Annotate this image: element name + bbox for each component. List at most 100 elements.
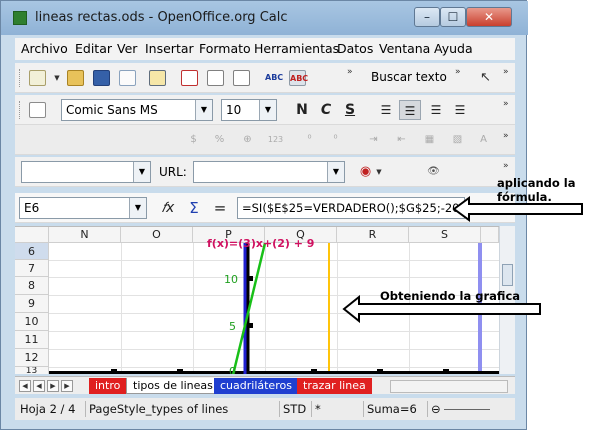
align-right-icon[interactable]: ☰ bbox=[425, 100, 447, 120]
tab-cuadrilateros[interactable]: cuadriláteros bbox=[214, 378, 298, 394]
menu-formato[interactable]: Formato bbox=[199, 41, 251, 56]
menu-editar[interactable]: Editar bbox=[75, 41, 112, 56]
styles-icon[interactable] bbox=[29, 102, 46, 118]
zoom-slider[interactable]: ⊖ bbox=[427, 401, 513, 417]
page-style[interactable]: PageStyle_types of lines bbox=[85, 401, 231, 417]
next-sheet-icon[interactable]: ▶ bbox=[47, 380, 59, 392]
menu-insertar[interactable]: Insertar bbox=[145, 41, 194, 56]
align-left-icon[interactable]: ☰ bbox=[375, 100, 397, 120]
zoom-out-icon[interactable]: ⊖ bbox=[431, 402, 441, 416]
y-tick bbox=[247, 276, 253, 281]
toolbar-overflow-icon[interactable]: » bbox=[347, 67, 353, 77]
toolbar-grip[interactable] bbox=[19, 69, 22, 87]
minimize-button[interactable]: – bbox=[414, 7, 440, 27]
bold-button[interactable]: N bbox=[291, 100, 313, 120]
formula-bar: E6 ▼ 𝑓x Σ = =SI($E$25=VERDADERO();$G$25;… bbox=[15, 193, 515, 223]
justify-icon[interactable]: ☰ bbox=[449, 100, 471, 120]
page-preview-icon[interactable] bbox=[233, 70, 250, 86]
vertical-scroll-thumb[interactable] bbox=[502, 264, 513, 286]
font-color-icon: A bbox=[480, 134, 487, 145]
find-text-label[interactable]: Buscar texto bbox=[371, 70, 447, 84]
font-size-select[interactable]: 10 ▼ bbox=[221, 99, 277, 121]
formatting-overflow-icon[interactable]: » bbox=[503, 99, 509, 109]
print-icon[interactable] bbox=[207, 70, 224, 86]
borders-icon: ▦ bbox=[424, 134, 435, 145]
find-overflow-icon[interactable]: » bbox=[455, 67, 461, 77]
name-box-dropdown-icon[interactable]: ▼ bbox=[129, 198, 146, 218]
toolbar-grip-2[interactable] bbox=[19, 101, 22, 119]
autospellcheck-icon[interactable]: ABC bbox=[289, 70, 308, 86]
formula-arrow-icon bbox=[452, 196, 583, 222]
function-wizard-button[interactable]: 𝑓x bbox=[157, 198, 179, 218]
prev-sheet-icon[interactable]: ◀ bbox=[33, 380, 45, 392]
number-overflow-icon[interactable]: » bbox=[503, 131, 509, 141]
close-button[interactable]: ✕ bbox=[466, 7, 512, 27]
open-folder-icon[interactable] bbox=[67, 70, 84, 86]
x-tick bbox=[443, 369, 449, 374]
url-field[interactable]: ▼ bbox=[193, 161, 345, 183]
sheet-tab-bar: ◀ ◀ ▶ ▶ intro tipos de lineas cuadriláte… bbox=[15, 376, 515, 394]
tab-trazar-linea[interactable]: trazar linea bbox=[297, 378, 372, 394]
maximize-button[interactable]: ☐ bbox=[440, 7, 466, 27]
menu-bar: Archivo Editar Ver Insertar Formato Herr… bbox=[15, 38, 515, 60]
export-pdf-icon[interactable] bbox=[181, 70, 198, 86]
x-tick bbox=[111, 369, 117, 374]
url-dropdown-icon[interactable]: ▼ bbox=[327, 162, 344, 182]
tab-tipos-de-lineas[interactable]: tipos de lineas bbox=[126, 378, 220, 394]
background-color-icon: ▧ bbox=[452, 134, 463, 145]
font-name-value: Comic Sans MS bbox=[66, 103, 158, 117]
y-tick-label-0: 0 bbox=[229, 365, 236, 374]
chart-arrow-icon bbox=[342, 295, 541, 323]
menu-datos[interactable]: Datos bbox=[337, 41, 373, 56]
standard-toolbar: ▼ ABC ABC » Buscar texto » ↖ » bbox=[15, 63, 515, 93]
y-tick-label-5: 5 bbox=[229, 320, 236, 333]
function-button[interactable]: = bbox=[209, 198, 231, 218]
font-name-dropdown-icon[interactable]: ▼ bbox=[195, 100, 212, 120]
title-bar: lineas rectas.ods - OpenOffice.org Calc … bbox=[1, 1, 528, 35]
hyperlink-overflow-icon[interactable]: » bbox=[503, 161, 509, 171]
underline-button[interactable]: S bbox=[339, 100, 361, 120]
outdent-icon: ⇤ bbox=[397, 134, 406, 145]
email-icon[interactable] bbox=[119, 70, 136, 86]
url-name-field[interactable]: ▼ bbox=[21, 161, 151, 183]
last-sheet-icon[interactable]: ▶ bbox=[61, 380, 73, 392]
font-size-dropdown-icon[interactable]: ▼ bbox=[259, 100, 276, 120]
menu-herramientas[interactable]: Herramientas bbox=[254, 41, 339, 56]
indent-icon: ⇥ bbox=[369, 134, 378, 145]
hyperlink-target-icon[interactable]: ◉ bbox=[357, 164, 374, 180]
status-bar: Hoja 2 / 4 PageStyle_types of lines STD … bbox=[15, 398, 515, 420]
hyperlink-dropdown-icon[interactable]: ▼ bbox=[375, 164, 383, 180]
save-icon[interactable] bbox=[93, 70, 110, 86]
url-name-dropdown-icon[interactable]: ▼ bbox=[133, 162, 150, 182]
cell-reference: E6 bbox=[24, 201, 40, 215]
menu-ayuda[interactable]: Ayuda bbox=[434, 41, 473, 56]
selection-mode[interactable]: STD bbox=[279, 401, 309, 417]
align-center-icon[interactable]: ☰ bbox=[399, 100, 421, 120]
find-binoculars-icon[interactable]: 👁 bbox=[425, 164, 442, 180]
document-modified: * bbox=[311, 401, 324, 417]
menu-archivo[interactable]: Archivo bbox=[21, 41, 68, 56]
italic-button[interactable]: C bbox=[315, 100, 337, 120]
x-tick bbox=[311, 369, 317, 374]
tab-intro[interactable]: intro bbox=[89, 378, 127, 394]
zoom-track[interactable] bbox=[444, 409, 491, 410]
new-document-icon[interactable] bbox=[29, 70, 46, 86]
spellcheck-icon[interactable]: ABC bbox=[265, 70, 283, 86]
name-box[interactable]: E6 ▼ bbox=[19, 197, 147, 219]
sum-button[interactable]: Σ bbox=[183, 198, 205, 218]
formula-input[interactable]: =SI($E$25=VERDADERO();$G$25;-20) bbox=[237, 197, 465, 219]
horizontal-scrollbar[interactable] bbox=[390, 380, 508, 393]
first-sheet-icon[interactable]: ◀ bbox=[19, 380, 31, 392]
hyperlink-toolbar: ▼ URL: ▼ ◉ ▼ 👁 » bbox=[15, 157, 515, 187]
toolbar-overflow-icon-2[interactable]: » bbox=[503, 67, 509, 77]
new-dropdown-arrow-icon[interactable]: ▼ bbox=[53, 70, 61, 86]
x-tick bbox=[177, 369, 183, 374]
font-name-select[interactable]: Comic Sans MS ▼ bbox=[61, 99, 213, 121]
number-format-icon: ⊕ bbox=[243, 134, 252, 145]
select-arrow-icon[interactable]: ↖ bbox=[477, 70, 494, 86]
edit-file-icon[interactable] bbox=[149, 70, 166, 86]
menu-ventana[interactable]: Ventana bbox=[379, 41, 430, 56]
window-title: lineas rectas.ods - OpenOffice.org Calc bbox=[35, 10, 288, 25]
number-format-toolbar: $ % ⊕ 123 ⁰ ⁰ ⇥ ⇤ ▦ ▧ A » bbox=[15, 125, 515, 155]
menu-ver[interactable]: Ver bbox=[117, 41, 137, 56]
